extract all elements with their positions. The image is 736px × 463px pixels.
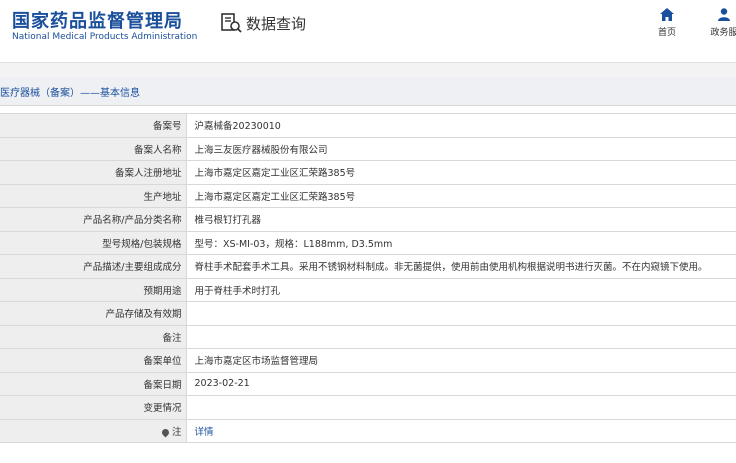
site-logo-en: National Medical Products Administration [12, 32, 198, 42]
nav-home-label: 首页 [657, 28, 676, 38]
field-label: 备案号 [0, 113, 187, 138]
query-title-text: 数据查询 [246, 14, 307, 33]
nav-government-service-label: 政务服 [710, 28, 736, 38]
field-label: 生产地址 [0, 183, 187, 208]
search-document-icon [221, 13, 242, 33]
nav-government-service[interactable]: 政务服 [704, 8, 736, 38]
field-label: 备案人注册地址 [0, 160, 187, 185]
field-value: 上海市嘉定区市场监督管理局 [186, 348, 736, 373]
field-value: 上海市嘉定区嘉定工业区汇荣路385号 [186, 183, 736, 208]
table-row: 型号规格/包装规格 型号：XS-MI-03，规格：L188mm, D3.5mm [0, 230, 736, 255]
table-row: 备案日期 2023-02-21 [0, 371, 736, 396]
field-value: 椎弓根钉打孔器 [186, 207, 736, 232]
site-logo-cn[interactable]: 国家药品监督管理局 [12, 7, 183, 33]
field-label: 产品描述/主要组成成分 [0, 254, 187, 279]
table-row: 备案人名称 上海三友医疗器械股份有限公司 [0, 136, 736, 161]
field-value: 用于脊柱手术时打孔 [186, 277, 736, 302]
table-row: 产品存储及有效期 [0, 301, 736, 326]
field-label: 备注 [0, 324, 187, 349]
user-icon [718, 8, 730, 21]
table-row: 生产地址 上海市嘉定区嘉定工业区汇荣路385号 [0, 183, 736, 208]
field-value: 上海市嘉定区嘉定工业区汇荣路385号 [186, 160, 736, 185]
field-label: 备案人名称 [0, 136, 187, 161]
table-row: 预期用途 用于脊柱手术时打孔 [0, 277, 736, 302]
site-header: 国家药品监督管理局 National Medical Products Admi… [0, 0, 736, 62]
query-title: 数据查询 [220, 11, 306, 35]
field-value: 上海三友医疗器械股份有限公司 [186, 136, 736, 161]
table-row: 产品描述/主要组成成分 脊柱手术配套手术工具。采用不锈钢材料制成。非无菌提供，使… [0, 254, 736, 279]
note-label-cell: 注 [0, 418, 187, 443]
header-divider [0, 62, 736, 77]
field-label: 备案日期 [0, 371, 187, 396]
home-icon [660, 8, 674, 21]
field-value [186, 395, 736, 420]
breadcrumb-bar: 医疗器械（备案）——基本信息 [0, 77, 736, 106]
table-row: 注 详情 [0, 418, 736, 443]
field-value: 沪嘉械备20230010 [186, 113, 736, 138]
record-detail-table: 备案号 沪嘉械备20230010 备案人名称 上海三友医疗器械股份有限公司 备案… [0, 113, 736, 443]
field-value: 脊柱手术配套手术工具。采用不锈钢材料制成。非无菌提供，使用前由使用机构根据说明书… [186, 254, 736, 279]
field-value: 2023-02-21 [186, 371, 736, 396]
field-value [186, 324, 736, 349]
details-link[interactable]: 详情 [186, 418, 736, 443]
field-label: 注 [171, 426, 182, 438]
field-value [186, 301, 736, 326]
field-label: 预期用途 [0, 277, 187, 302]
table-row: 备案人注册地址 上海市嘉定区嘉定工业区汇荣路385号 [0, 160, 736, 185]
table-row: 备注 [0, 324, 736, 349]
nav-home[interactable]: 首页 [647, 8, 687, 38]
table-row: 备案单位 上海市嘉定区市场监督管理局 [0, 348, 736, 373]
field-label: 备案单位 [0, 348, 187, 373]
field-label: 产品名称/产品分类名称 [0, 207, 187, 232]
breadcrumb: 医疗器械（备案）——基本信息 [0, 88, 140, 99]
table-row: 变更情况 [0, 395, 736, 420]
field-label: 型号规格/包装规格 [0, 230, 187, 255]
pin-icon [160, 427, 171, 438]
field-label: 产品存储及有效期 [0, 301, 187, 326]
field-label: 变更情况 [0, 395, 187, 420]
table-row: 产品名称/产品分类名称 椎弓根钉打孔器 [0, 207, 736, 232]
field-value: 型号：XS-MI-03，规格：L188mm, D3.5mm [186, 230, 736, 255]
table-row: 备案号 沪嘉械备20230010 [0, 113, 736, 138]
